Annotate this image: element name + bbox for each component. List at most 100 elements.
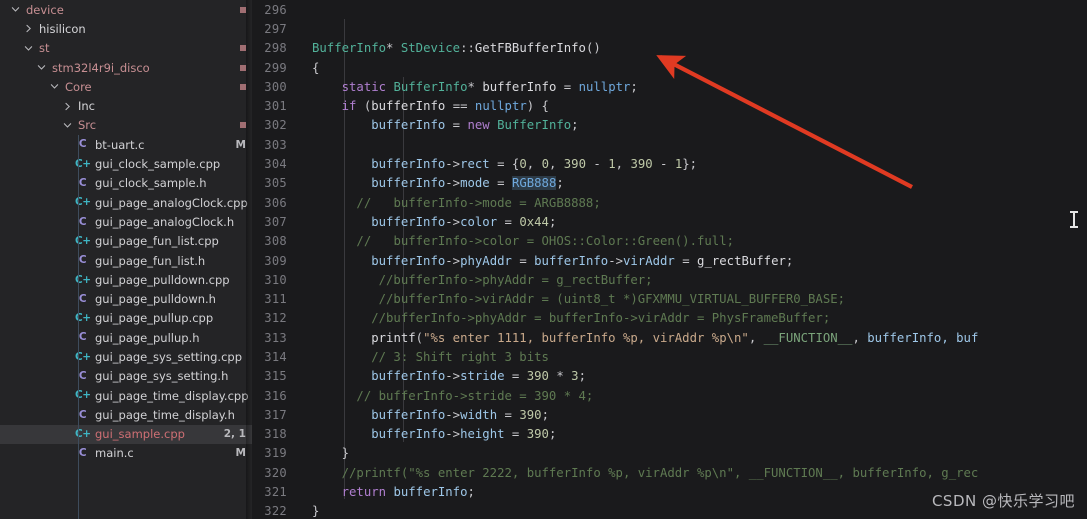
code-line[interactable]: 302 bufferInfo = new BufferInfo; <box>252 116 1087 135</box>
code-line[interactable]: 305 bufferInfo->mode = RGB888; <box>252 174 1087 193</box>
tree-file-gui_page_fun_list.cpp[interactable]: C+ gui_page_fun_list.cpp <box>0 232 252 251</box>
code-line[interactable]: 318 bufferInfo->height = 390; <box>252 425 1087 444</box>
code-text[interactable]: static BufferInfo* bufferInfo = nullptr; <box>298 80 1087 94</box>
code-token: // <box>312 234 379 249</box>
code-text[interactable]: //bufferInfo->virAddr = (uint8_t *)GFXMM… <box>298 292 1087 306</box>
code-token: 1 <box>608 157 616 172</box>
tree-file-gui_page_time_display.h[interactable]: Cgui_page_time_display.h <box>0 405 252 424</box>
tree-file-gui_page_time_display.cpp[interactable]: C+ gui_page_time_display.cpp <box>0 386 252 405</box>
tree-folder-stm32l4r9i_disco[interactable]: stm32l4r9i_disco <box>0 58 252 77</box>
tree-file-gui_page_pullup.h[interactable]: Cgui_page_pullup.h <box>0 328 252 347</box>
code-token: ) { <box>526 99 549 114</box>
code-text[interactable]: bufferInfo->color = 0x44; <box>298 215 1087 229</box>
code-text[interactable]: // bufferInfo->stride = 390 * 4; <box>298 389 1087 403</box>
tree-file-gui_page_pullup.cpp[interactable]: C+ gui_page_pullup.cpp <box>0 309 252 328</box>
code-text[interactable]: //bufferInfo->phyAddr = g_rectBuffer; <box>298 273 1087 287</box>
code-token: , <box>615 157 631 172</box>
code-text[interactable]: bufferInfo = new BufferInfo; <box>298 118 1087 132</box>
code-token: , <box>526 157 542 172</box>
code-text[interactable]: // bufferInfo->mode = ARGB8888; <box>298 196 1087 210</box>
code-text[interactable]: bufferInfo->width = 390; <box>298 408 1087 422</box>
code-line[interactable]: 300 static BufferInfo* bufferInfo = null… <box>252 77 1087 96</box>
code-text[interactable]: bufferInfo->rect = {0, 0, 390 - 1, 390 -… <box>298 157 1087 171</box>
code-token: == <box>445 99 475 114</box>
code-line[interactable]: 314 // 3: Shift right 3 bits <box>252 347 1087 366</box>
chevron-down-icon[interactable] <box>49 82 60 91</box>
line-number: 298 <box>264 41 287 56</box>
tree-folder-Inc[interactable]: Inc <box>0 96 252 115</box>
tree-file-gui_page_pulldown.h[interactable]: Cgui_page_pulldown.h <box>0 289 252 308</box>
code-text[interactable]: bufferInfo->phyAddr = bufferInfo->virAdd… <box>298 254 1087 268</box>
code-token: = <box>497 214 520 229</box>
code-line[interactable]: 296 <box>252 0 1087 19</box>
tree-folder-hisilicon[interactable]: hisilicon <box>0 19 252 38</box>
tree-file-gui_clock_sample.cpp[interactable]: C+ gui_clock_sample.cpp <box>0 154 252 173</box>
chevron-down-icon[interactable] <box>36 63 47 72</box>
file-tree[interactable]: device hisilicon st stm32l4r9i_disco Core Inc… <box>0 0 252 463</box>
code-editor[interactable]: 296 297298 BufferInfo* StDevice::GetFBBuff… <box>252 0 1087 519</box>
code-line[interactable]: 309 bufferInfo->phyAddr = bufferInfo->vi… <box>252 251 1087 270</box>
chevron-down-icon[interactable] <box>10 5 21 14</box>
code-token: -> <box>445 407 461 422</box>
code-line[interactable]: 298 BufferInfo* StDevice::GetFBBufferInfo… <box>252 39 1087 58</box>
tree-file-gui_page_fun_list.h[interactable]: Cgui_page_fun_list.h <box>0 251 252 270</box>
code-text[interactable]: if (bufferInfo == nullptr) { <box>298 99 1087 113</box>
code-line[interactable]: 299 { <box>252 58 1087 77</box>
code-lines[interactable]: 296 297298 BufferInfo* StDevice::GetFBBuff… <box>252 0 1087 519</box>
code-text[interactable]: printf("%s enter 1111, bufferInfo %p, vi… <box>298 331 1087 345</box>
chevron-down-icon[interactable] <box>62 121 73 130</box>
file-explorer-sidebar[interactable]: device hisilicon st stm32l4r9i_disco Core Inc… <box>0 0 252 519</box>
tree-folder-Src[interactable]: Src <box>0 116 252 135</box>
code-line[interactable]: 313 printf("%s enter 1111, bufferInfo %p… <box>252 328 1087 347</box>
code-line[interactable]: 304 bufferInfo->rect = {0, 0, 390 - 1, 3… <box>252 154 1087 173</box>
code-text[interactable]: bufferInfo->stride = 390 * 3; <box>298 369 1087 383</box>
line-number: 302 <box>264 118 287 133</box>
tree-file-gui_sample.cpp[interactable]: C+ gui_sample.cpp 2, 1 <box>0 424 252 444</box>
line-number: 310 <box>264 272 287 287</box>
code-text[interactable]: bufferInfo->mode = RGB888; <box>298 176 1087 191</box>
code-line[interactable]: 317 bufferInfo->width = 390; <box>252 405 1087 424</box>
code-line[interactable]: 308 // bufferInfo->color = OHOS::Color::… <box>252 232 1087 251</box>
code-line[interactable]: 310 //bufferInfo->phyAddr = g_rectBuffer… <box>252 270 1087 289</box>
tree-file-main.c[interactable]: Cmain.c M <box>0 444 252 463</box>
tree-file-gui_page_sys_setting.h[interactable]: Cgui_page_sys_setting.h <box>0 367 252 386</box>
code-line[interactable]: 297 <box>252 19 1087 38</box>
chevron-down-icon[interactable] <box>23 44 34 53</box>
code-line[interactable]: 311 //bufferInfo->virAddr = (uint8_t *)G… <box>252 289 1087 308</box>
status-badge: M <box>235 138 246 151</box>
code-text[interactable]: { <box>298 61 1087 75</box>
tree-file-gui_page_analogClock.cpp[interactable]: C+ gui_page_analogClock.cpp <box>0 193 252 212</box>
code-text[interactable]: //printf("%s enter 2222, bufferInfo %p, … <box>298 466 1087 480</box>
code-line[interactable]: 303 <box>252 135 1087 154</box>
code-line[interactable]: 301 if (bufferInfo == nullptr) { <box>252 96 1087 115</box>
code-token: phyAddr <box>460 253 512 268</box>
code-line[interactable]: 307 bufferInfo->color = 0x44; <box>252 212 1087 231</box>
code-line[interactable]: 319 } <box>252 444 1087 463</box>
chevron-right-icon[interactable] <box>23 24 34 33</box>
chevron-right-icon[interactable] <box>62 102 73 111</box>
tree-file-gui_page_pulldown.cpp[interactable]: C+ gui_page_pulldown.cpp <box>0 270 252 289</box>
code-text[interactable]: bufferInfo->height = 390; <box>298 427 1087 441</box>
code-text[interactable]: // 3: Shift right 3 bits <box>298 350 1087 364</box>
code-token: -> <box>445 253 461 268</box>
tree-folder-device[interactable]: device <box>0 0 252 19</box>
tree-file-gui_page_analogClock.h[interactable]: Cgui_page_analogClock.h <box>0 212 252 231</box>
tree-folder-st[interactable]: st <box>0 39 252 58</box>
code-token: //bufferInfo->phyAddr = bufferInfo->virA… <box>312 311 831 326</box>
code-text[interactable]: BufferInfo* StDevice::GetFBBufferInfo() <box>298 41 1087 55</box>
code-token: mode <box>460 176 490 191</box>
code-line[interactable]: 306 // bufferInfo->mode = ARGB8888; <box>252 193 1087 212</box>
code-token: 390 <box>526 369 549 384</box>
code-line[interactable]: 316 // bufferInfo->stride = 390 * 4; <box>252 386 1087 405</box>
tree-file-gui_page_sys_setting.cpp[interactable]: C+ gui_page_sys_setting.cpp <box>0 347 252 366</box>
tree-file-bt-uart.c[interactable]: Cbt-uart.c M <box>0 135 252 154</box>
tree-file-gui_clock_sample.h[interactable]: Cgui_clock_sample.h <box>0 174 252 193</box>
code-line[interactable]: 320 //printf("%s enter 2222, bufferInfo … <box>252 463 1087 482</box>
code-text[interactable]: } <box>298 446 1087 460</box>
code-line[interactable]: 312 //bufferInfo->phyAddr = bufferInfo->… <box>252 309 1087 328</box>
code-line[interactable]: 315 bufferInfo->stride = 390 * 3; <box>252 367 1087 386</box>
tree-folder-Core[interactable]: Core <box>0 77 252 96</box>
code-text[interactable]: //bufferInfo->phyAddr = bufferInfo->virA… <box>298 311 1087 325</box>
code-text[interactable]: // bufferInfo->color = OHOS::Color::Gree… <box>298 234 1087 248</box>
